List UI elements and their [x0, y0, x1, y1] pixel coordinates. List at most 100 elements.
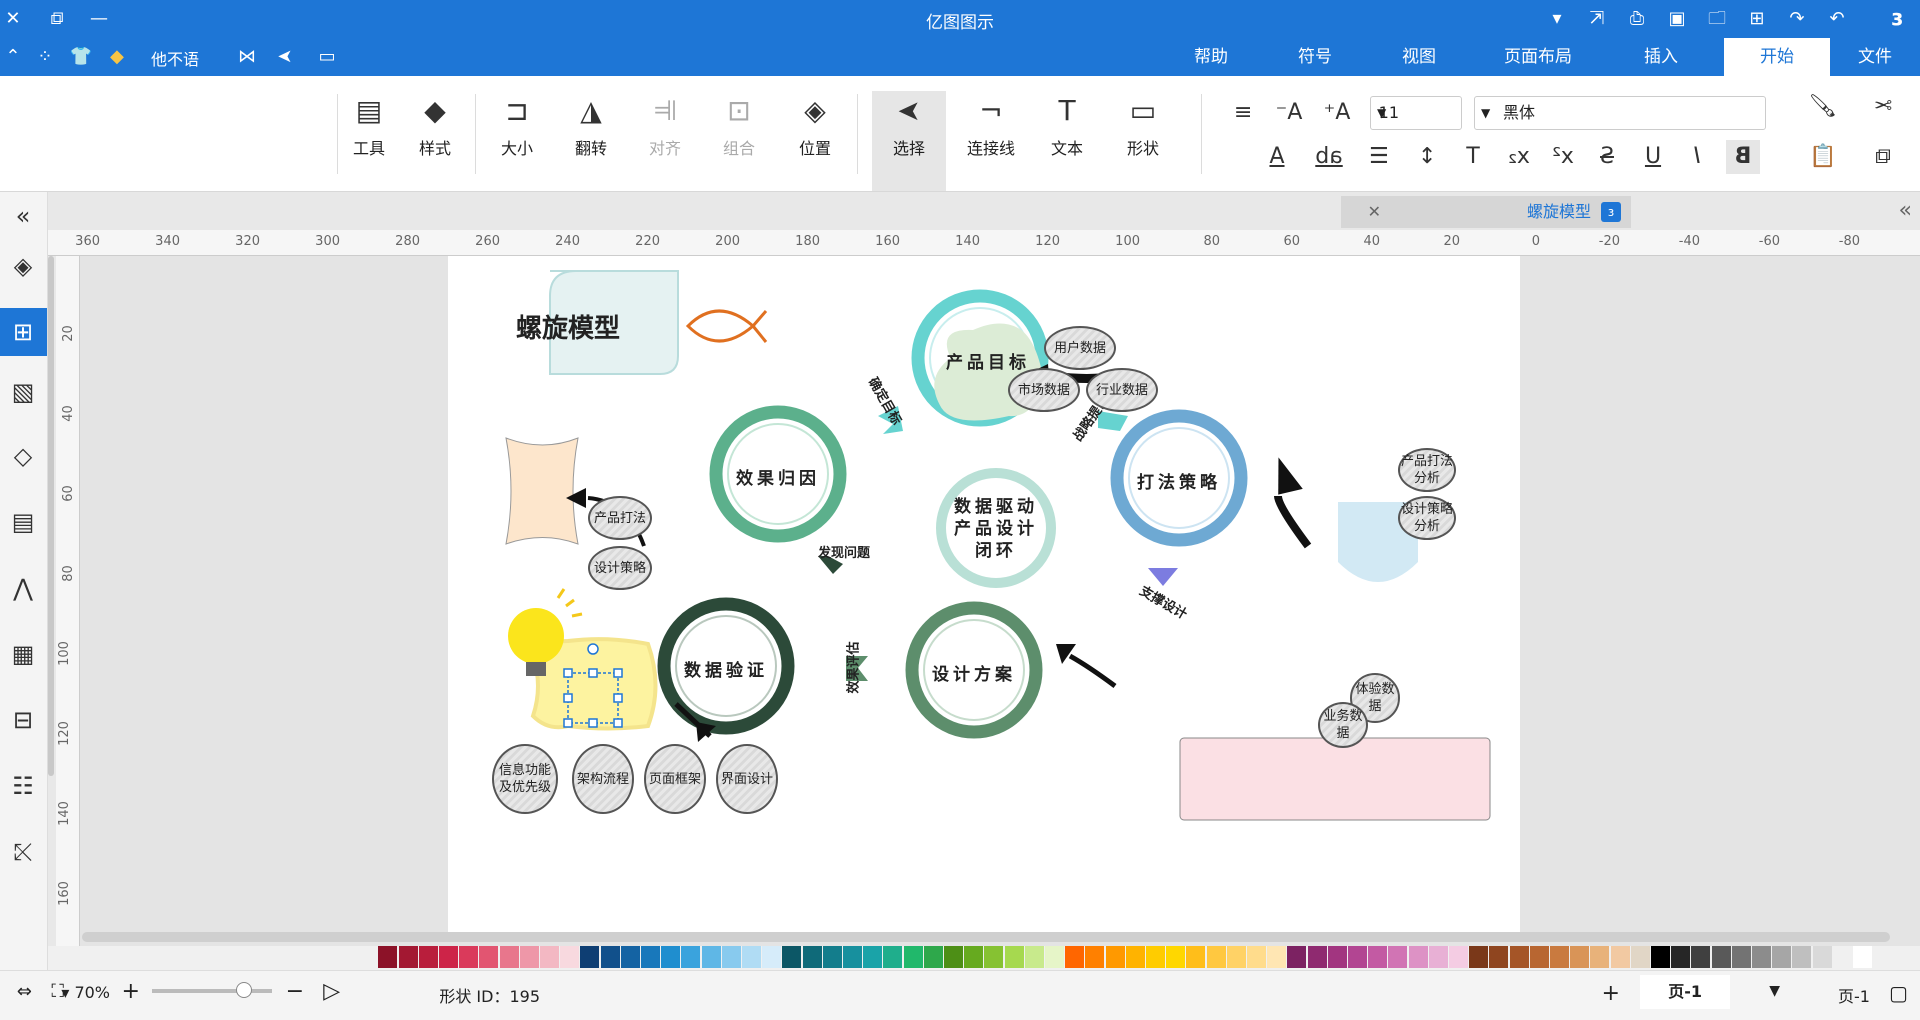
font-name-select[interactable]: 黑体 ▼: [1474, 96, 1766, 130]
style-button[interactable]: ◆ 样式: [404, 91, 466, 191]
color-swatch[interactable]: [1792, 946, 1812, 968]
user-name[interactable]: 他不语: [130, 46, 220, 70]
fit-width-icon[interactable]: ⇔: [17, 981, 32, 1002]
text-style-icon[interactable]: T: [1456, 140, 1490, 174]
text-highlight-icon[interactable]: ab: [1312, 140, 1346, 174]
sub-user-data[interactable]: 用户数据: [1044, 326, 1116, 370]
color-swatch[interactable]: [1206, 946, 1226, 968]
color-swatch[interactable]: [903, 946, 923, 968]
collapse-panel-icon[interactable]: »: [1899, 198, 1912, 223]
paste-icon[interactable]: 📋: [1806, 140, 1840, 174]
color-swatch[interactable]: [1004, 946, 1024, 968]
color-swatch[interactable]: [1812, 946, 1832, 968]
node-center[interactable]: 数据驱动产品设计闭环: [946, 496, 1046, 562]
color-swatch[interactable]: [1691, 946, 1711, 968]
customize-icon[interactable]: ▾: [1544, 6, 1570, 32]
color-swatch[interactable]: [1287, 946, 1307, 968]
horizontal-scrollbar[interactable]: [82, 932, 1890, 942]
color-swatch[interactable]: [1368, 946, 1388, 968]
zoom-slider[interactable]: [152, 982, 272, 998]
zoom-in-icon[interactable]: +: [122, 979, 140, 1004]
node-verify[interactable]: 数据验证: [674, 656, 778, 681]
sub-design-strategy[interactable]: 设计策略: [588, 546, 652, 590]
share-icon[interactable]: ⋈: [234, 44, 260, 70]
group-button[interactable]: ⊡ 组合: [708, 91, 770, 191]
subscript-icon[interactable]: x₂: [1502, 140, 1536, 174]
color-swatch[interactable]: [398, 946, 418, 968]
fill-icon[interactable]: ◈: [0, 242, 47, 290]
collapse-ribbon-icon[interactable]: ⌃: [0, 44, 26, 70]
undo-icon[interactable]: ↶: [1784, 6, 1810, 32]
select-button[interactable]: ➤ 选择: [872, 91, 946, 191]
expand-sidebar-icon[interactable]: »: [0, 192, 47, 240]
sub-market-data[interactable]: 市场数据: [1008, 368, 1080, 412]
bold-icon[interactable]: B: [1726, 140, 1760, 174]
color-swatch[interactable]: [1267, 946, 1287, 968]
color-swatch[interactable]: [1408, 946, 1428, 968]
redo-icon[interactable]: ↷: [1824, 6, 1850, 32]
color-swatch[interactable]: [1509, 946, 1529, 968]
tools-button[interactable]: ▤ 工具: [338, 91, 400, 191]
color-swatch[interactable]: [540, 946, 559, 968]
strikethrough-icon[interactable]: S: [1590, 140, 1624, 174]
export-icon[interactable]: ⇱: [1584, 6, 1610, 32]
page-icon[interactable]: ▤: [0, 498, 47, 546]
outline-icon[interactable]: ⊟: [0, 696, 47, 744]
color-swatch[interactable]: [1671, 946, 1691, 968]
zoom-out-icon[interactable]: −: [286, 979, 304, 1004]
color-swatch[interactable]: [923, 946, 943, 968]
color-swatch[interactable]: [620, 946, 640, 968]
color-swatch[interactable]: [1610, 946, 1630, 968]
sub-play-analysis[interactable]: 产品打法分析: [1398, 448, 1456, 492]
color-swatch[interactable]: [1307, 946, 1327, 968]
color-swatch[interactable]: [1024, 946, 1044, 968]
color-swatch[interactable]: [782, 946, 802, 968]
sub-page-framework[interactable]: 页面框架: [644, 744, 706, 814]
font-grow-icon[interactable]: A⁺: [1320, 96, 1354, 130]
color-swatch[interactable]: [1853, 946, 1872, 968]
color-swatch[interactable]: [1752, 946, 1771, 968]
format-painter-icon[interactable]: 🖌: [1806, 90, 1840, 124]
color-swatch[interactable]: [499, 946, 519, 968]
color-swatch[interactable]: [1711, 946, 1731, 968]
symbol-library-icon[interactable]: ⊞: [0, 308, 47, 356]
sub-industry-data[interactable]: 行业数据: [1086, 368, 1158, 412]
color-swatch[interactable]: [1489, 946, 1509, 968]
color-swatch[interactable]: [1327, 946, 1347, 968]
color-swatch[interactable]: [1388, 946, 1408, 968]
effect-card[interactable]: [505, 437, 579, 545]
color-swatch[interactable]: [1570, 946, 1590, 968]
color-swatch[interactable]: [964, 946, 984, 968]
color-swatch[interactable]: [459, 946, 479, 968]
shuffle-icon[interactable]: ⤨: [0, 828, 47, 876]
color-swatch[interactable]: [1428, 946, 1448, 968]
color-swatch[interactable]: [1146, 946, 1165, 968]
node-goal[interactable]: 产品目标: [936, 348, 1040, 373]
color-swatch[interactable]: [1226, 946, 1246, 968]
line-spacing-icon[interactable]: ↕: [1410, 140, 1444, 174]
new-icon[interactable]: ⊞: [1744, 6, 1770, 32]
table-icon[interactable]: ▦: [0, 630, 47, 678]
color-swatch[interactable]: [1247, 946, 1266, 968]
fit-page-icon[interactable]: ⛶: [51, 981, 64, 1002]
align-menu-icon[interactable]: ≡: [1226, 96, 1260, 130]
color-swatch[interactable]: [802, 946, 822, 968]
document-tab[interactable]: ε 螺旋模型 ✕: [1341, 196, 1631, 228]
color-swatch[interactable]: [1469, 946, 1489, 968]
color-swatch[interactable]: [1449, 946, 1468, 968]
color-swatch[interactable]: [1125, 946, 1145, 968]
color-swatch[interactable]: [560, 946, 580, 968]
save-icon[interactable]: ▣: [1664, 6, 1690, 32]
node-effect[interactable]: 效果归因: [726, 464, 830, 489]
sub-info-priority[interactable]: 信息功能及优先级: [492, 744, 558, 814]
position-button[interactable]: ◈ 位置: [784, 91, 846, 191]
italic-icon[interactable]: I: [1680, 140, 1714, 174]
align-button[interactable]: ⊫ 对齐: [634, 91, 696, 191]
color-swatch[interactable]: [721, 946, 741, 968]
vip-diamond-icon[interactable]: ◆: [104, 44, 130, 70]
tab-file[interactable]: 文件: [1830, 38, 1920, 76]
color-swatch[interactable]: [1731, 946, 1751, 968]
underline-icon[interactable]: U: [1636, 140, 1670, 174]
color-swatch[interactable]: [1045, 946, 1064, 968]
close-tab-icon[interactable]: ✕: [1368, 196, 1381, 228]
